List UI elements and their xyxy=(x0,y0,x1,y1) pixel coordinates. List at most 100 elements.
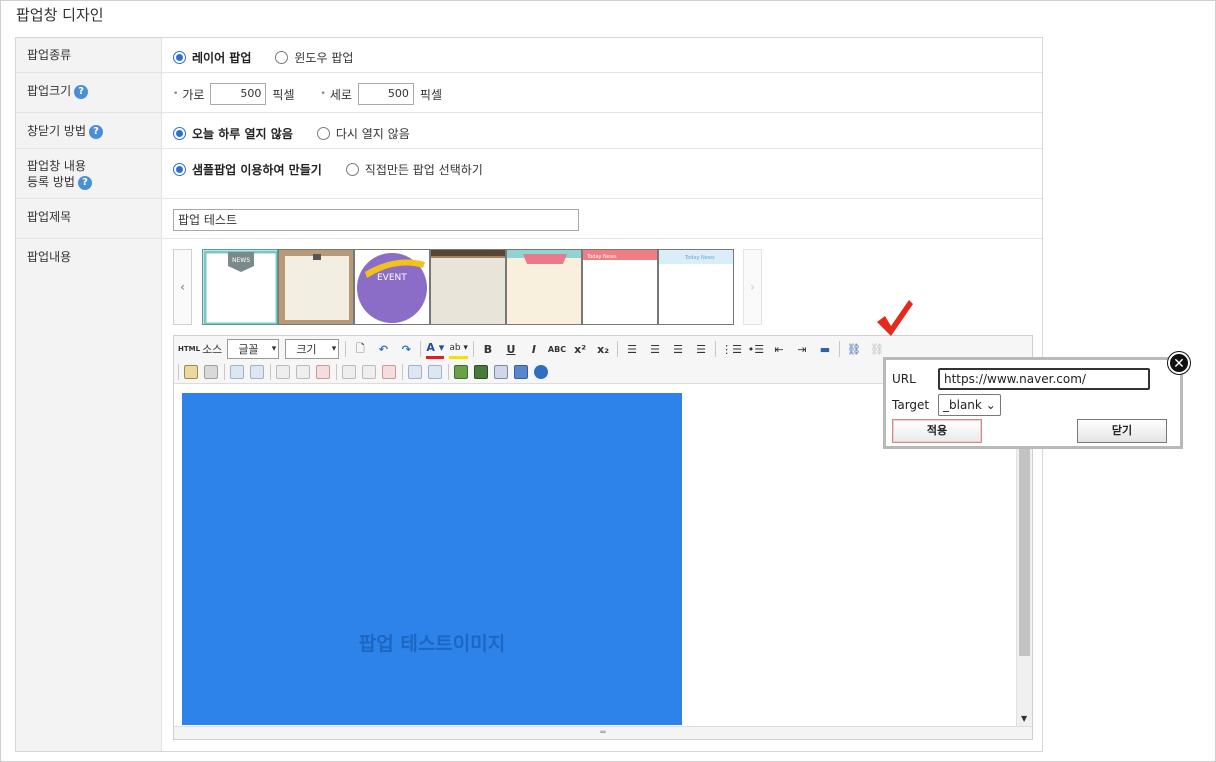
width-input[interactable]: 500 xyxy=(210,83,267,105)
template-preview-icon: Today News xyxy=(583,250,657,260)
layer-popup-radio[interactable] xyxy=(173,51,186,64)
fullscreen-icon[interactable] xyxy=(514,365,528,379)
bullet-icon: • xyxy=(320,89,326,99)
popup-size-label: 팝업크기 xyxy=(27,84,72,98)
template-thumbnail[interactable] xyxy=(278,249,354,325)
row-divider xyxy=(16,148,1042,149)
edit-icon[interactable] xyxy=(184,365,198,379)
popup-title-input[interactable]: 팝업 테스트 xyxy=(173,209,579,231)
close-icon[interactable]: ✕ xyxy=(1168,352,1190,374)
popup-size-label-wrap: 팝업크기? xyxy=(27,83,89,99)
align-justify-icon[interactable]: ☰ xyxy=(692,339,710,359)
template-thumbnail[interactable] xyxy=(430,249,506,325)
bullet-icon: • xyxy=(173,89,179,99)
subscript-icon[interactable]: x₂ xyxy=(594,339,612,359)
split-cells-icon[interactable] xyxy=(428,365,442,379)
table-icon[interactable] xyxy=(230,365,244,379)
undo-icon[interactable]: ↶ xyxy=(374,339,392,359)
sample-popup-label[interactable]: 샘플팝업 이용하여 만들기 xyxy=(192,161,322,178)
help-icon[interactable]: ? xyxy=(77,175,92,190)
preview-icon[interactable] xyxy=(494,365,508,379)
size-select[interactable]: 크기 xyxy=(285,339,340,359)
row-divider xyxy=(16,198,1042,199)
align-center-icon[interactable]: ☰ xyxy=(646,339,664,359)
thumb-text: Today News xyxy=(586,254,617,260)
strikethrough-icon[interactable]: ABC xyxy=(548,339,566,359)
scrollbar-thumb[interactable] xyxy=(1019,446,1030,656)
register-method-label-line2: 등록 방법 xyxy=(27,175,75,189)
page-title: 팝업창 디자인 xyxy=(16,6,104,24)
thumbnail-next-button[interactable]: › xyxy=(743,249,762,325)
height-input[interactable]: 500 xyxy=(357,83,414,105)
unlink-icon[interactable]: ⛓ xyxy=(868,339,886,359)
target-select[interactable]: _blank ⌄ xyxy=(938,394,1001,416)
link-icon[interactable]: ⛓ xyxy=(845,339,863,359)
superscript-icon[interactable]: x² xyxy=(571,339,589,359)
unordered-list-icon[interactable]: •☰ xyxy=(747,339,765,359)
toolbar-row-2 xyxy=(178,361,554,383)
insert-image-icon[interactable] xyxy=(454,365,468,379)
template-thumbnail[interactable]: Today News xyxy=(658,249,734,325)
height-unit: 픽셀 xyxy=(419,87,442,102)
close-today-radio[interactable] xyxy=(173,127,186,140)
template-thumbnail[interactable]: Today News xyxy=(582,249,658,325)
table-properties-icon[interactable] xyxy=(250,365,264,379)
new-document-icon[interactable]: 🗋 xyxy=(351,339,369,359)
close-today-label[interactable]: 오늘 하루 열지 않음 xyxy=(192,125,293,142)
scroll-down-icon[interactable]: ▼ xyxy=(1021,714,1027,723)
template-thumbnail[interactable]: NEWS xyxy=(202,249,278,325)
custom-popup-radio[interactable] xyxy=(345,163,359,176)
register-method-radio-group: 샘플팝업 이용하여 만들기 직접만든 팝업 선택하기 xyxy=(173,161,507,178)
help-icon[interactable] xyxy=(534,365,548,379)
popup-title-label: 팝업제목 xyxy=(27,210,72,224)
template-thumbnail[interactable] xyxy=(506,249,582,325)
thumbnail-prev-button[interactable]: ‹ xyxy=(173,249,192,325)
register-method-label-wrap: 팝업창 내용 등록 방법? xyxy=(27,158,92,190)
close-method-label-wrap: 창닫기 방법? xyxy=(27,123,104,139)
row-divider xyxy=(16,238,1042,239)
popup-image-canvas[interactable]: 팝업 테스트이미지 xyxy=(182,393,682,725)
insert-col-left-icon[interactable] xyxy=(342,365,356,379)
template-preview-icon xyxy=(285,254,349,320)
merge-cells-icon[interactable] xyxy=(408,365,422,379)
url-input[interactable]: https://www.naver.com/ xyxy=(938,368,1150,390)
label-column xyxy=(16,38,162,751)
outdent-icon[interactable]: ⇤ xyxy=(770,339,788,359)
custom-popup-label[interactable]: 직접만든 팝업 선택하기 xyxy=(365,161,483,178)
close-button[interactable]: 닫기 xyxy=(1077,419,1167,443)
window-popup-label[interactable]: 윈도우 팝업 xyxy=(294,49,353,66)
target-label: Target xyxy=(892,398,930,412)
ordered-list-icon[interactable]: ⋮☰ xyxy=(721,339,742,359)
indent-icon[interactable]: ⇥ xyxy=(793,339,811,359)
highlight-color-icon[interactable]: ab ▾ xyxy=(449,339,468,359)
bold-icon[interactable]: B xyxy=(479,339,497,359)
align-right-icon[interactable]: ☰ xyxy=(669,339,687,359)
template-thumbnail[interactable]: EVENT xyxy=(354,249,430,325)
delete-row-icon[interactable] xyxy=(316,365,330,379)
layer-popup-label[interactable]: 레이어 팝업 xyxy=(192,49,251,66)
insert-row-above-icon[interactable] xyxy=(276,365,290,379)
delete-col-icon[interactable] xyxy=(382,365,396,379)
window-popup-radio[interactable] xyxy=(275,51,289,64)
sample-popup-radio[interactable] xyxy=(173,163,186,176)
insert-media-icon[interactable] xyxy=(474,365,488,379)
template-preview-icon: EVENT xyxy=(357,253,427,323)
apply-button[interactable]: 적용 xyxy=(892,419,982,443)
help-icon[interactable]: ? xyxy=(89,124,104,139)
italic-icon[interactable]: I xyxy=(525,339,543,359)
insert-col-right-icon[interactable] xyxy=(362,365,376,379)
close-forever-radio[interactable] xyxy=(316,127,330,140)
html-source-button[interactable]: HTML 소스 xyxy=(178,339,222,359)
help-icon[interactable]: ? xyxy=(74,84,89,99)
font-select[interactable]: 글꼴 xyxy=(227,339,280,359)
underline-icon[interactable]: U xyxy=(502,339,520,359)
align-left-icon[interactable]: ☰ xyxy=(623,339,641,359)
image-edit-icon[interactable] xyxy=(204,365,218,379)
redo-icon[interactable]: ↷ xyxy=(397,339,415,359)
insert-row-below-icon[interactable] xyxy=(296,365,310,379)
row-divider xyxy=(16,112,1042,113)
close-forever-label[interactable]: 다시 열지 않음 xyxy=(336,125,410,142)
editor-resize-handle[interactable]: ═ xyxy=(174,726,1032,739)
font-color-icon[interactable]: A ▾ xyxy=(426,339,445,359)
horizontal-rule-icon[interactable]: ▬ xyxy=(816,339,834,359)
